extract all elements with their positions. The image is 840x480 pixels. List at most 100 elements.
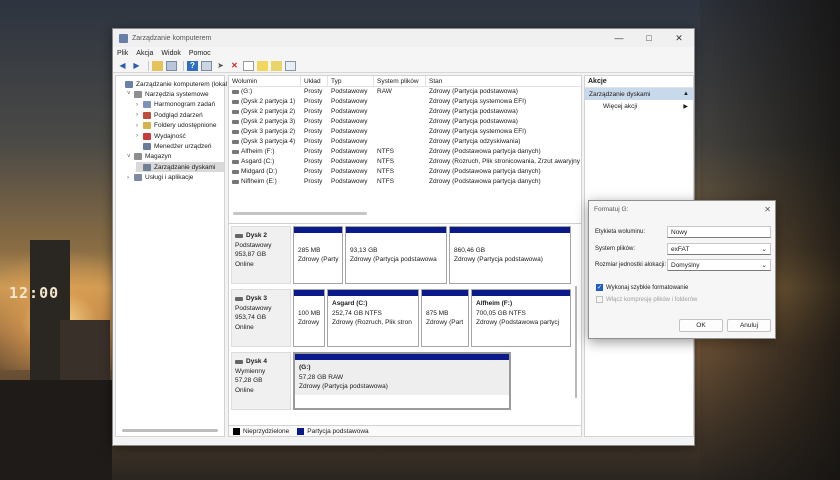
tree-item[interactable]: ˅ Narzędzia systemowe xyxy=(127,89,209,99)
disk-label[interactable]: Dysk 2 Podstawowy 953,87 GB Online xyxy=(231,226,291,284)
menu-file[interactable]: Plik xyxy=(117,50,128,57)
column-status[interactable]: Stan xyxy=(426,76,581,86)
tree-item[interactable]: Menedżer urządzeń xyxy=(136,141,211,151)
tree-item[interactable]: Zarządzanie komputerem (lokal xyxy=(118,79,227,89)
tree-expander-icon[interactable]: ˅ xyxy=(127,154,134,160)
volume-file-system xyxy=(374,107,426,117)
search-icon[interactable] xyxy=(271,60,282,71)
partition-block[interactable]: Asgard (C:) 252,74 GB NTFS Zdrowy (Rozruch… xyxy=(327,289,419,347)
partition-block[interactable]: 100 MB Zdrowy xyxy=(293,289,325,347)
table-row[interactable]: (Dysk 2 partycja 3) Prosty Podstawowy Zdrow… xyxy=(229,117,581,127)
checkmark-icon[interactable]: ✓ xyxy=(596,284,603,291)
column-file-system[interactable]: System plików xyxy=(374,76,426,86)
menu-help[interactable]: Pomoc xyxy=(189,50,211,57)
tree-item-label: Harmonogram zadań xyxy=(154,101,216,109)
partition-block[interactable]: 875 MB Zdrowy (Part xyxy=(421,289,469,347)
properties-icon[interactable] xyxy=(201,60,212,71)
table-row[interactable]: (Dysk 2 partycja 2) Prosty Podstawowy Zdrow… xyxy=(229,107,581,117)
tree-expander-icon[interactable]: › xyxy=(136,133,143,139)
column-layout[interactable]: Układ xyxy=(301,76,328,86)
disk-row: Dysk 2 Podstawowy 953,87 GB Online 285 MB Zd… xyxy=(231,226,573,284)
disk-label[interactable]: Dysk 4 Wymienny 57,28 GB Online xyxy=(231,352,291,410)
tree-item[interactable]: › Podgląd zdarzeń xyxy=(136,110,203,120)
minimize-icon[interactable]: — xyxy=(604,29,634,47)
dialog-close-icon[interactable]: ✕ xyxy=(764,205,771,214)
toolbar: ◀ ▶ ? ➤ ✕ xyxy=(113,59,694,73)
title-bar[interactable]: Zarządzanie komputerem — □ ✕ xyxy=(113,29,694,47)
table-row[interactable]: Niflheim (E:) Prosty Podstawowy NTFS Zdrowy … xyxy=(229,177,581,187)
tree-item[interactable]: › Usługi i aplikacje xyxy=(127,173,193,183)
tree-item[interactable]: › Harmonogram zadań xyxy=(136,100,215,110)
check-icon[interactable] xyxy=(243,60,254,71)
partition-size: 285 MB xyxy=(298,246,321,254)
partition-block[interactable]: 285 MB Zdrowy (Party xyxy=(293,226,343,284)
table-row[interactable]: Asgard (C:) Prosty Podstawowy NTFS Zdrowy (R… xyxy=(229,157,581,167)
back-arrow-icon[interactable]: ◀ xyxy=(117,61,128,71)
tree-item[interactable]: › Foldery udostępnione xyxy=(136,121,217,131)
table-row[interactable]: (Dysk 2 partycja 1) Prosty Podstawowy Zdrow… xyxy=(229,97,581,107)
menu-view[interactable]: Widok xyxy=(161,50,180,57)
cancel-button[interactable]: Anuluj xyxy=(727,319,771,332)
partition-block[interactable]: (G:) 57,28 GB RAW Zdrowy (Partycja podstaw… xyxy=(293,352,511,410)
tree-item[interactable]: Zarządzanie dyskami xyxy=(136,162,224,173)
volume-label-input[interactable]: Nowy xyxy=(667,226,771,238)
dialog-title-bar[interactable]: Formatuj G: ✕ xyxy=(589,201,775,217)
partition-label: (G:) xyxy=(299,364,311,371)
up-folder-icon[interactable] xyxy=(152,60,163,71)
volume-status: Zdrowy (Rozruch, Plik stronicowania, Zrz… xyxy=(429,158,580,165)
help-icon[interactable]: ? xyxy=(187,60,198,71)
volume-type: Podstawowy xyxy=(331,118,368,125)
column-type[interactable]: Typ xyxy=(328,76,374,86)
volume-name: Niflheim (E:) xyxy=(229,177,301,187)
forward-arrow-icon[interactable]: ▶ xyxy=(131,61,142,71)
volume-drive-icon xyxy=(232,100,239,104)
delete-icon[interactable]: ✕ xyxy=(229,61,240,71)
export-icon[interactable] xyxy=(257,60,268,71)
tree-item[interactable]: › Wydajność xyxy=(136,131,186,141)
pane-divider[interactable] xyxy=(229,223,581,224)
ok-button[interactable]: OK xyxy=(679,319,723,332)
more-actions-item[interactable]: Więcej akcji ▶ xyxy=(585,100,693,112)
actions-section-disk-management[interactable]: Zarządzanie dyskami ▲ xyxy=(585,88,693,100)
tree-expander-icon[interactable]: › xyxy=(136,102,143,108)
maximize-icon[interactable]: □ xyxy=(634,29,664,47)
tree-expander-icon[interactable]: › xyxy=(136,112,143,118)
disk-label[interactable]: Dysk 3 Podstawowy 953,74 GB Online xyxy=(231,289,291,347)
disk-name-text: Dysk 3 xyxy=(246,295,267,302)
partition-block[interactable]: 93,13 GB Zdrowy (Partycja podstawowa xyxy=(345,226,447,284)
table-row[interactable]: Midgard (D:) Prosty Podstawowy NTFS Zdrowy (… xyxy=(229,167,581,177)
tree-expander-icon[interactable]: › xyxy=(136,123,143,129)
table-row[interactable]: (Dysk 3 partycja 4) Prosty Podstawowy Zdrow… xyxy=(229,137,581,147)
volume-layout: Prosty xyxy=(304,148,323,155)
partition-block[interactable]: 860,46 GB Zdrowy (Partycja podstawowa) xyxy=(449,226,571,284)
allocation-unit-select[interactable]: Domyślny ⌄ xyxy=(667,259,771,271)
close-icon[interactable]: ✕ xyxy=(664,29,694,47)
table-row[interactable]: Alfheim (F:) Prosty Podstawowy NTFS Zdrowy (… xyxy=(229,147,581,157)
tree-horizontal-scrollbar[interactable] xyxy=(122,429,218,432)
quick-format-checkbox[interactable]: ✓ Wykonaj szybkie formatowanie xyxy=(596,283,688,292)
tree-expander-icon[interactable]: ˅ xyxy=(127,91,134,97)
connect-icon[interactable]: ➤ xyxy=(215,61,226,71)
partition-block[interactable]: Alfheim (F:) 700,05 GB NTFS Zdrowy (Podsta… xyxy=(471,289,571,347)
table-row[interactable]: (Dysk 3 partycja 2) Prosty Podstawowy Zdrow… xyxy=(229,127,581,137)
partition-info: 875 MB Zdrowy (Part xyxy=(422,296,468,331)
volume-type: Podstawowy xyxy=(331,138,368,145)
collapse-arrow-icon[interactable]: ▲ xyxy=(683,91,689,97)
file-system-select[interactable]: exFAT ⌄ xyxy=(667,243,771,255)
column-volume[interactable]: Wolumin xyxy=(229,76,301,86)
tree-expander-icon[interactable]: › xyxy=(127,175,134,181)
compression-checkbox[interactable]: Włącz kompresję plików i folderów xyxy=(596,295,697,304)
partition-info: 100 MB Zdrowy xyxy=(294,296,324,331)
toolbar-separator xyxy=(148,60,149,71)
list-horizontal-scrollbar[interactable] xyxy=(233,212,367,215)
view-icon[interactable] xyxy=(285,60,296,71)
table-row[interactable]: (G:) Prosty Podstawowy RAW Zdrowy (Partycja … xyxy=(229,87,581,97)
partition-status: Zdrowy (Party xyxy=(298,256,339,263)
show-hide-tree-icon[interactable] xyxy=(166,60,177,71)
tree-item[interactable]: ˅ Magazyn xyxy=(127,152,171,162)
volume-file-system: NTFS xyxy=(377,178,394,185)
volume-status: Zdrowy (Partycja podstawowa) xyxy=(429,108,518,115)
checkbox-empty-icon[interactable] xyxy=(596,296,603,303)
menu-action[interactable]: Akcja xyxy=(136,50,153,57)
disk-view-scrollbar[interactable] xyxy=(575,286,577,398)
